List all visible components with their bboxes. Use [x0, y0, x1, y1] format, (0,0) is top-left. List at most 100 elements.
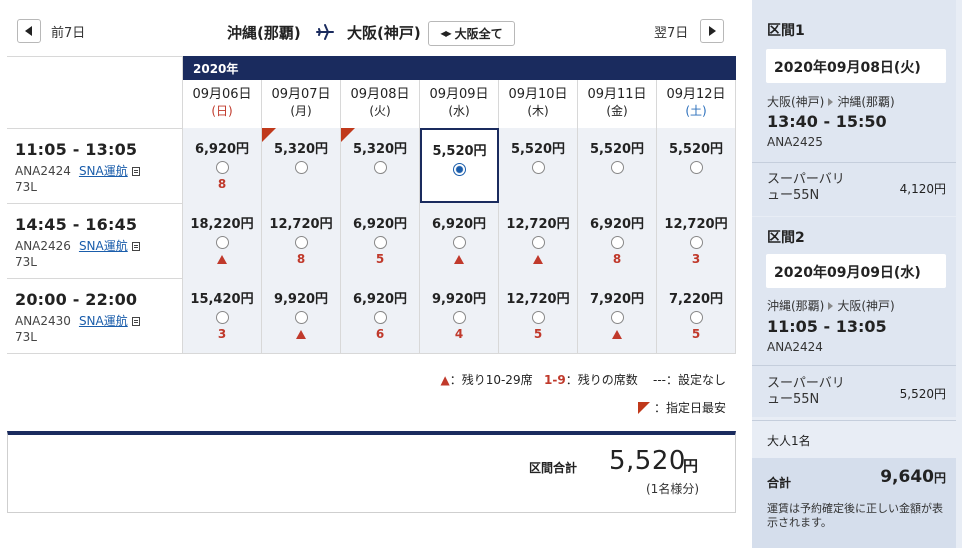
- table-bottom-border: [7, 353, 736, 354]
- fare-radio[interactable]: [610, 311, 624, 324]
- date-header: 09月07日 (月): [262, 80, 341, 128]
- lowest-legend: ：指定日最安: [637, 399, 726, 416]
- seats-remaining: 5: [533, 327, 543, 341]
- date-label: 09月07日: [271, 87, 331, 102]
- fare-cell[interactable]: 7,220円 5: [657, 278, 736, 353]
- next-week-button[interactable]: [700, 19, 724, 43]
- fare-price: 9,920円: [273, 292, 329, 307]
- segment2-route: 沖縄(那覇) 大阪(神戸): [767, 297, 895, 314]
- few-seats-triangle-icon: [296, 330, 306, 339]
- fare-radio[interactable]: [689, 161, 703, 174]
- seats-remaining: [657, 177, 735, 191]
- seats-remaining: 5: [375, 252, 385, 266]
- segment1-heading: 区間1: [767, 23, 805, 39]
- fare-radio[interactable]: [453, 163, 466, 176]
- day-of-week-label: (水): [448, 104, 470, 118]
- fare-cell[interactable]: 5,520円: [420, 128, 499, 203]
- fare-radio[interactable]: [294, 161, 308, 174]
- fare-cell[interactable]: 5,520円: [657, 128, 736, 203]
- fare-radio[interactable]: [610, 161, 624, 174]
- fare-radio[interactable]: [610, 236, 624, 249]
- fare-radio[interactable]: [531, 236, 545, 249]
- day-of-week-label: (土): [685, 104, 707, 118]
- seats-remaining: 8: [296, 252, 306, 266]
- fare-radio[interactable]: [531, 311, 545, 324]
- fare-cell[interactable]: 9,920円: [262, 278, 341, 353]
- fare-cell[interactable]: 5,520円: [578, 128, 657, 203]
- fare-cell[interactable]: 5,320円: [262, 128, 341, 203]
- fare-cell[interactable]: 12,720円 3: [657, 203, 736, 278]
- legend-tri-text: ：残り10-29席: [449, 373, 533, 387]
- segment2-fare-type: スーパーバリ ュー55N: [767, 376, 845, 408]
- flight-number: ANA2430: [15, 314, 71, 328]
- document-icon[interactable]: [131, 242, 140, 251]
- fare-cell[interactable]: 6,920円 8: [578, 203, 657, 278]
- fare-cell[interactable]: 15,420円 3: [183, 278, 262, 353]
- fare-cell[interactable]: 5,520円: [499, 128, 578, 203]
- fare-price: 15,420円: [190, 292, 254, 307]
- fare-radio[interactable]: [689, 311, 703, 324]
- operator-link[interactable]: SNA運航: [79, 314, 128, 328]
- fare-radio[interactable]: [215, 161, 229, 174]
- all-osaka-button[interactable]: ◀▶ 大阪全て: [428, 21, 515, 46]
- fare-cell[interactable]: 12,720円: [499, 203, 578, 278]
- fare-cell[interactable]: 12,720円 5: [499, 278, 578, 353]
- fare-price: 6,920円: [431, 217, 487, 232]
- flight-time: 11:05 - 13:05: [15, 140, 138, 159]
- few-seats-triangle-icon: [454, 255, 464, 264]
- segment2-time: 11:05 - 13:05: [767, 317, 887, 336]
- fare-radio[interactable]: [452, 311, 466, 324]
- chevron-left-icon: [25, 26, 32, 36]
- operator-link[interactable]: SNA運航: [79, 164, 128, 178]
- fare-radio[interactable]: [373, 311, 387, 324]
- operator-link[interactable]: SNA運航: [79, 239, 128, 253]
- fare-price: 5,520円: [589, 142, 645, 157]
- fare-cell[interactable]: 18,220円: [183, 203, 262, 278]
- date-label: 09月10日: [508, 87, 568, 102]
- fare-cell[interactable]: 6,920円 5: [341, 203, 420, 278]
- segment1-route: 大阪(神戸) 沖縄(那覇): [767, 93, 895, 110]
- date-label: 09月08日: [350, 87, 410, 102]
- fare-radio[interactable]: [531, 161, 545, 174]
- flight-number: ANA2426: [15, 239, 71, 253]
- grand-total-label: 合計: [767, 476, 792, 490]
- fare-price: 6,920円: [589, 217, 645, 232]
- legend-lowest-text: ：指定日最安: [653, 401, 726, 415]
- fare-radio[interactable]: [452, 236, 466, 249]
- passenger-count: 大人1名: [767, 434, 811, 448]
- fare-radio[interactable]: [294, 311, 308, 324]
- fare-radio[interactable]: [215, 311, 229, 324]
- fare-price: 12,720円: [664, 217, 728, 232]
- fare-cell[interactable]: 12,720円 8: [262, 203, 341, 278]
- prev-week-button[interactable]: [17, 19, 41, 43]
- document-icon[interactable]: [131, 317, 140, 326]
- segment1-fare-line2: ュー55N: [767, 188, 820, 203]
- fare-cell[interactable]: 9,920円 4: [420, 278, 499, 353]
- document-icon[interactable]: [131, 167, 140, 176]
- lowest-fare-corner-icon: [262, 128, 276, 142]
- prev-week-label[interactable]: 前7日: [51, 22, 85, 41]
- arrow-right-icon: [828, 302, 834, 310]
- segment1-fare-type: スーパーバリ ュー55N: [767, 172, 845, 204]
- fare-radio[interactable]: [373, 236, 387, 249]
- fare-note: 運賃は予約確定後に正しい金額が表示されます。: [767, 502, 943, 529]
- fare-cell[interactable]: 6,920円 8: [183, 128, 262, 203]
- fare-cell[interactable]: 7,920円: [578, 278, 657, 353]
- few-seats-triangle-icon: [533, 255, 543, 264]
- fare-radio[interactable]: [215, 236, 229, 249]
- fare-radio[interactable]: [294, 236, 308, 249]
- seats-remaining: 3: [691, 252, 701, 266]
- seats-remaining: [341, 177, 419, 191]
- fare-cell[interactable]: 6,920円 6: [341, 278, 420, 353]
- date-label: 09月12日: [666, 87, 726, 102]
- date-label: 09月11日: [587, 87, 647, 102]
- grand-total-unit: 円: [933, 471, 946, 485]
- date-navigation: 前7日 沖縄(那覇) 大阪(神戸) ◀▶ 大阪全て 翌7日: [0, 0, 742, 56]
- fare-radio[interactable]: [689, 236, 703, 249]
- fare-cell[interactable]: 6,920円: [420, 203, 499, 278]
- day-of-week-label: (木): [527, 104, 549, 118]
- next-week-label[interactable]: 翌7日: [654, 22, 688, 41]
- fare-cell[interactable]: 5,320円: [341, 128, 420, 203]
- fare-radio[interactable]: [373, 161, 387, 174]
- date-header: 09月08日 (火): [341, 80, 420, 128]
